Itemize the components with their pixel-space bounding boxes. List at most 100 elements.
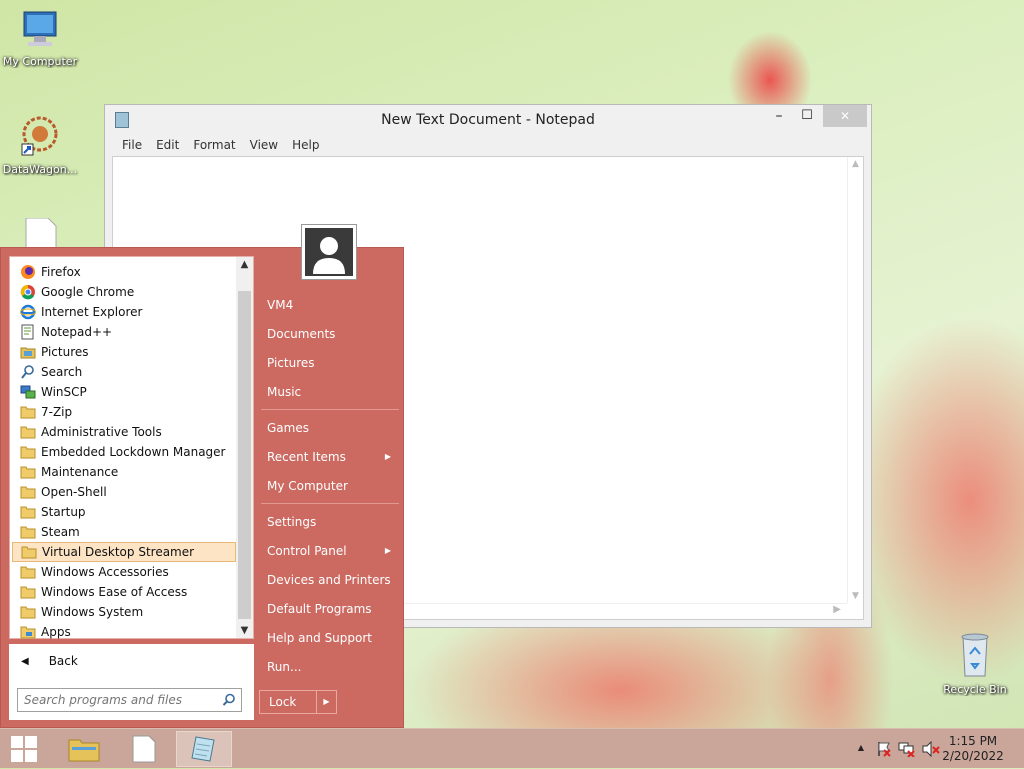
windows-logo-icon bbox=[11, 736, 37, 762]
start-menu-item[interactable]: Help and Support bbox=[259, 625, 397, 651]
firefox-icon bbox=[20, 264, 36, 280]
program-item[interactable]: Firefox bbox=[12, 262, 236, 282]
start-menu-item[interactable]: VM4 bbox=[259, 292, 397, 318]
program-item[interactable]: Internet Explorer bbox=[12, 302, 236, 322]
desktop-icon-label: Recycle Bin bbox=[943, 683, 1007, 696]
menu-help[interactable]: Help bbox=[285, 135, 326, 155]
program-item[interactable]: Maintenance bbox=[12, 462, 236, 482]
program-item[interactable]: Steam bbox=[12, 522, 236, 542]
start-menu-item[interactable]: Run... bbox=[259, 654, 397, 680]
program-label: Steam bbox=[41, 525, 80, 539]
datawagon-icon bbox=[21, 116, 58, 156]
start-menu-item[interactable]: My Computer bbox=[259, 473, 397, 499]
close-button[interactable]: ✕ bbox=[823, 105, 867, 127]
lock-button[interactable]: Lock ▶ bbox=[259, 690, 337, 714]
start-menu-item[interactable]: Recent Items ▶ bbox=[259, 444, 397, 470]
folder-icon bbox=[20, 604, 36, 620]
user-avatar-icon bbox=[313, 237, 345, 274]
program-label: Windows Accessories bbox=[41, 565, 169, 579]
desktop-icon-recycle-bin[interactable]: Recycle Bin bbox=[935, 632, 1015, 696]
folder-icon bbox=[20, 564, 36, 580]
program-item[interactable]: WinSCP bbox=[12, 382, 236, 402]
start-menu-item[interactable]: Default Programs bbox=[259, 596, 397, 622]
scroll-down-arrow[interactable]: ▼ bbox=[236, 625, 253, 636]
recycle-bin-icon bbox=[961, 633, 989, 677]
start-menu-item-label: VM4 bbox=[267, 298, 294, 312]
program-label: Notepad++ bbox=[41, 325, 113, 339]
start-menu-item-label: Run... bbox=[267, 660, 302, 674]
start-menu-item-label: Settings bbox=[267, 515, 317, 529]
start-menu-item-label: Pictures bbox=[267, 356, 315, 370]
start-menu-item[interactable]: Music bbox=[259, 379, 397, 405]
user-picture[interactable] bbox=[301, 224, 357, 280]
search-area bbox=[9, 678, 254, 720]
start-menu-item[interactable]: Devices and Printers bbox=[259, 567, 397, 593]
desktop-icon-my-computer[interactable]: My Computer bbox=[0, 10, 80, 68]
desktop-icon-datawagon[interactable]: DataWagon... bbox=[0, 112, 80, 176]
program-item[interactable]: Pictures bbox=[12, 342, 236, 362]
menu-format[interactable]: Format bbox=[186, 135, 242, 155]
program-item[interactable]: Embedded Lockdown Manager bbox=[12, 442, 236, 462]
start-menu-item[interactable]: Games bbox=[259, 415, 397, 441]
program-item[interactable]: Windows System bbox=[12, 602, 236, 622]
program-item[interactable]: 7-Zip bbox=[12, 402, 236, 422]
folder-icon bbox=[20, 584, 36, 600]
shutdown-options-arrow[interactable]: ▶ bbox=[316, 691, 336, 713]
taskbar-notepad[interactable] bbox=[176, 731, 232, 767]
program-item[interactable]: Apps bbox=[12, 622, 236, 642]
program-label: Google Chrome bbox=[41, 285, 135, 299]
program-item[interactable]: Open-Shell bbox=[12, 482, 236, 502]
start-menu: Firefox Google Chrome Internet Explorer Not… bbox=[0, 224, 404, 728]
maximize-button[interactable]: ☐ bbox=[795, 105, 819, 127]
program-item[interactable]: Google Chrome bbox=[12, 282, 236, 302]
clock-date: 2/20/2022 bbox=[942, 749, 1004, 763]
program-item[interactable]: Startup bbox=[12, 502, 236, 522]
program-label: WinSCP bbox=[41, 385, 87, 399]
notepad-titlebar[interactable]: New Text Document - Notepad – ☐ ✕ bbox=[105, 105, 871, 135]
window-title: New Text Document - Notepad bbox=[381, 112, 595, 128]
minimize-button[interactable]: – bbox=[768, 105, 790, 127]
folder-icon bbox=[20, 524, 36, 540]
action-center-flag-icon[interactable] bbox=[876, 741, 892, 757]
program-item[interactable]: Administrative Tools bbox=[12, 422, 236, 442]
network-icon[interactable] bbox=[898, 741, 916, 757]
program-label: Pictures bbox=[41, 345, 89, 359]
program-item[interactable]: Notepad++ bbox=[12, 322, 236, 342]
program-list-scrollbar[interactable]: ▲ ▼ bbox=[236, 257, 253, 638]
start-menu-item[interactable]: Control Panel ▶ bbox=[259, 538, 397, 564]
winscp-icon bbox=[20, 384, 36, 400]
taskbar-document[interactable] bbox=[116, 731, 172, 767]
program-label: Firefox bbox=[41, 265, 81, 279]
search-input[interactable] bbox=[18, 689, 214, 711]
back-button[interactable]: ◀ Back bbox=[9, 644, 254, 678]
taskbar-file-explorer[interactable] bbox=[56, 731, 112, 767]
search-box[interactable] bbox=[17, 688, 242, 712]
tray-overflow-button[interactable]: ▲ bbox=[858, 743, 864, 752]
menu-edit[interactable]: Edit bbox=[149, 135, 186, 155]
file-explorer-icon bbox=[68, 739, 100, 762]
vertical-scrollbar[interactable]: ▲ ▼ bbox=[847, 157, 863, 603]
start-button[interactable] bbox=[0, 731, 48, 767]
program-item[interactable]: Virtual Desktop Streamer bbox=[12, 542, 236, 562]
desktop-icon-label: My Computer bbox=[2, 55, 78, 68]
scroll-up-arrow[interactable]: ▲ bbox=[236, 259, 253, 270]
program-item[interactable]: Windows Accessories bbox=[12, 562, 236, 582]
desktop-icon-label: DataWagon... bbox=[2, 163, 78, 176]
program-label: Windows System bbox=[41, 605, 144, 619]
clock[interactable]: 1:15 PM 2/20/2022 bbox=[938, 734, 1008, 764]
program-item[interactable]: Windows Ease of Access bbox=[12, 582, 236, 602]
scroll-thumb[interactable] bbox=[238, 291, 251, 619]
program-list: Firefox Google Chrome Internet Explorer Not… bbox=[9, 256, 254, 639]
start-menu-item[interactable]: Settings bbox=[259, 509, 397, 535]
start-menu-item[interactable]: Pictures bbox=[259, 350, 397, 376]
submenu-arrow-icon: ▶ bbox=[384, 452, 391, 461]
program-label: Maintenance bbox=[41, 465, 119, 479]
program-label: 7-Zip bbox=[41, 405, 73, 419]
program-label: Virtual Desktop Streamer bbox=[42, 545, 195, 559]
menu-file[interactable]: File bbox=[115, 135, 149, 155]
menu-view[interactable]: View bbox=[243, 135, 285, 155]
program-item[interactable]: Search bbox=[12, 362, 236, 382]
computer-icon bbox=[23, 11, 57, 46]
start-menu-item[interactable]: Documents bbox=[259, 321, 397, 347]
start-menu-item-label: My Computer bbox=[267, 479, 348, 493]
